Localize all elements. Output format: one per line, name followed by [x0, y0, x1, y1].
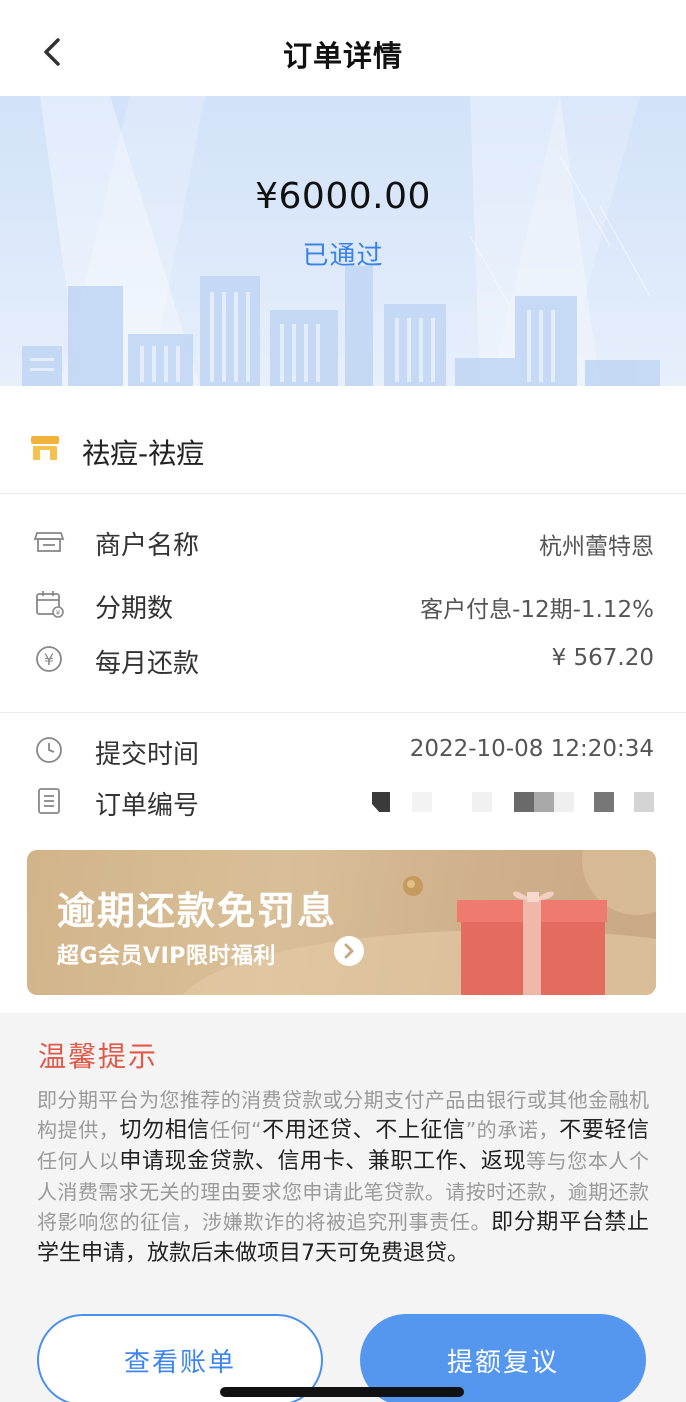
promo-banner[interactable]: 逾期还款免罚息 超G会员VIP限时福利: [27, 850, 656, 995]
document-icon: [38, 788, 60, 814]
chevron-right-circle-icon: [334, 936, 364, 966]
approval-status: 已通过: [302, 241, 384, 271]
svg-text:¥: ¥: [44, 650, 54, 669]
store-icon: [31, 436, 59, 460]
home-indicator: [220, 1387, 464, 1397]
page-title: 订单详情: [282, 39, 403, 73]
section-divider: [0, 712, 686, 713]
detail-label: 分期数: [95, 594, 174, 624]
detail-value: ¥ 567.20: [551, 645, 654, 671]
nav-bar: 订单详情: [0, 0, 686, 96]
detail-label: 订单编号: [95, 791, 200, 821]
order-summary-banner: ¥6000.00 已通过: [0, 96, 686, 386]
calendar-icon: ¥: [36, 591, 64, 618]
order-number-redacted: [372, 791, 654, 813]
tips-paragraph: 即分期平台为您推荐的消费贷款或分期支付产品由银行或其他金融机构提供，切勿相信任何…: [37, 1088, 650, 1266]
detail-value: 客户付息-12期-1.12%: [420, 597, 654, 623]
yuan-icon: ¥: [36, 646, 62, 672]
product-name: 祛痘-祛痘: [82, 437, 205, 470]
detail-label: 提交时间: [95, 740, 200, 770]
detail-row-merchant: 商户名称 杭州蕾特恩: [0, 521, 686, 561]
detail-row-monthly-payment: ¥ 每月还款 ¥ 567.20: [0, 639, 686, 679]
promo-title: 逾期还款免罚息: [57, 889, 338, 933]
clock-icon: [36, 737, 62, 763]
gift-box-icon: [457, 891, 607, 995]
tips-title: 温馨提示: [38, 1040, 159, 1073]
detail-label: 每月还款: [95, 649, 200, 679]
loan-amount: ¥6000.00: [255, 176, 431, 217]
detail-row-submit-time: 提交时间 2022-10-08 12:20:34: [0, 730, 686, 770]
svg-text:¥: ¥: [56, 609, 61, 617]
detail-value: 杭州蕾特恩: [539, 534, 654, 560]
detail-row-order-number: 订单编号: [0, 781, 686, 821]
product-row: 祛痘-祛痘: [0, 386, 686, 494]
merchant-icon: [33, 532, 65, 552]
promo-subtitle: 超G会员VIP限时福利: [57, 944, 276, 969]
detail-row-installments: ¥ 分期数 客户付息-12期-1.12%: [0, 584, 686, 624]
detail-value: 2022-10-08 12:20:34: [409, 736, 654, 762]
detail-label: 商户名称: [95, 531, 200, 561]
